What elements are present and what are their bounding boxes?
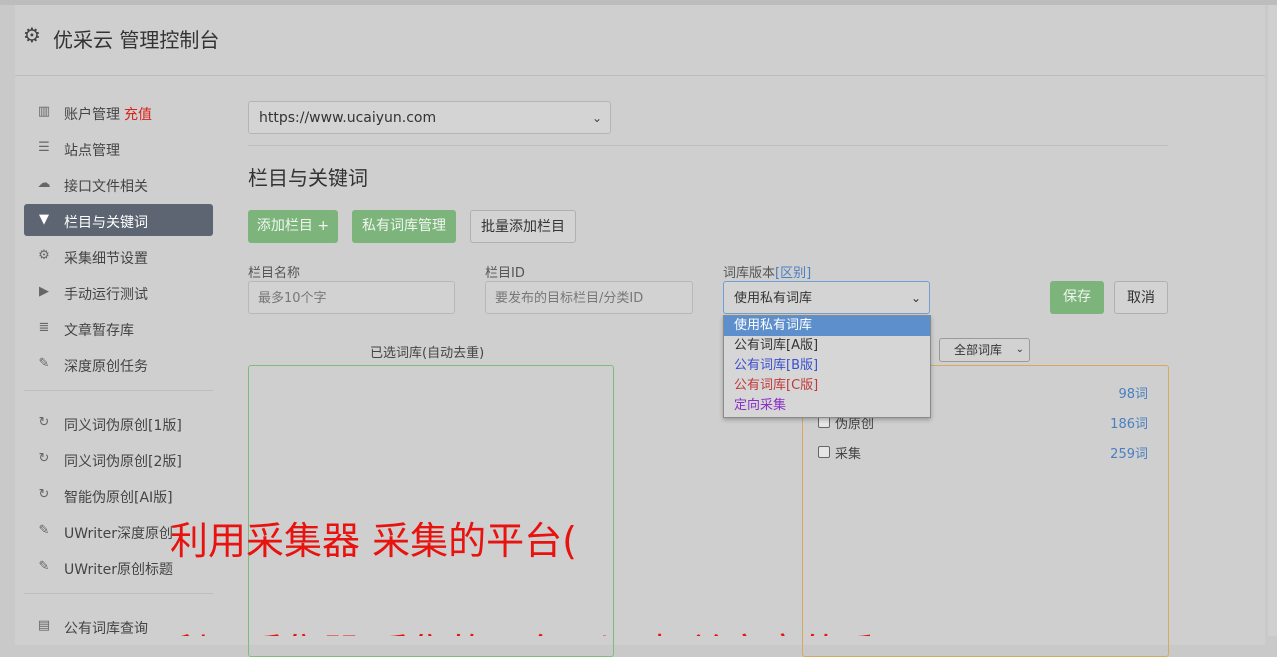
sidebar-item-sites[interactable]: ☰ 站点管理 bbox=[24, 132, 213, 164]
sidebar-item-synonym-v2[interactable]: ↻ 同义词伪原创[2版] bbox=[24, 443, 213, 475]
lib-version-label: 词库版本[区别] bbox=[723, 262, 811, 281]
book-icon: ▤ bbox=[37, 618, 51, 633]
private-lib-button[interactable]: 私有词库管理 bbox=[352, 210, 456, 243]
chevron-down-icon: ⌄ bbox=[1015, 344, 1024, 355]
sidebar-item-label: UWriter原创标题 bbox=[64, 562, 173, 578]
edit-icon: ✎ bbox=[38, 523, 50, 538]
server-icon: ☰ bbox=[38, 140, 50, 155]
lib-count: 259词 bbox=[1110, 447, 1148, 462]
selected-libs-title: 已选词库(自动去重) bbox=[370, 346, 485, 361]
site-select[interactable]: https://www.ucaiyun.com ⌄ bbox=[248, 101, 611, 134]
sidebar-item-label: 账户管理 bbox=[64, 107, 120, 123]
dropdown-option[interactable]: 定向采集 bbox=[724, 396, 930, 416]
lib-checkbox[interactable] bbox=[818, 446, 830, 458]
edit-icon: ✎ bbox=[38, 559, 50, 574]
edit-icon: ✎ bbox=[38, 356, 50, 371]
sidebar-item-label: 站点管理 bbox=[64, 143, 120, 159]
sidebar-item-label: 同义词伪原创[2版] bbox=[64, 454, 182, 470]
lib-version-select[interactable]: 使用私有词库 ⌄ bbox=[723, 281, 930, 314]
lib-filter-select[interactable]: 全部词库 ⌄ bbox=[939, 338, 1030, 362]
lib-row[interactable]: 采集 259词 bbox=[818, 443, 1148, 463]
section-title: 栏目与关键词 bbox=[248, 166, 368, 190]
sidebar-item-label: 栏目与关键词 bbox=[64, 215, 148, 231]
chevron-down-icon: ⌄ bbox=[910, 291, 921, 305]
sidebar-item-account[interactable]: ▥ 账户管理 充值 bbox=[24, 96, 213, 128]
filter-icon: ▼ bbox=[39, 212, 49, 227]
sidebar-item-label: 公有词库查询 bbox=[64, 621, 148, 637]
sidebar-item-ai-rewrite[interactable]: ↻ 智能伪原创[AI版] bbox=[24, 479, 213, 511]
sidebar-item-label: 手动运行测试 bbox=[64, 287, 148, 303]
sidebar-item-columns-keywords[interactable]: ▼ 栏目与关键词 bbox=[24, 204, 213, 236]
batch-add-button[interactable]: 批量添加栏目 bbox=[470, 210, 576, 243]
play-icon: ▶ bbox=[39, 284, 49, 299]
cloud-upload-icon: ☁ bbox=[37, 176, 51, 191]
column-name-input[interactable]: 最多10个字 bbox=[248, 281, 455, 314]
chevron-down-icon: ⌄ bbox=[591, 111, 602, 125]
sidebar-item-label: 深度原创任务 bbox=[64, 359, 148, 375]
column-id-label: 栏目ID bbox=[485, 266, 525, 281]
sidebar-item-deep-original[interactable]: ✎ 深度原创任务 bbox=[24, 348, 213, 380]
dropdown-option[interactable]: 公有词库[A版] bbox=[724, 336, 930, 356]
lib-version-label-text: 词库版本 bbox=[723, 266, 776, 281]
lib-filter-value: 全部词库 bbox=[954, 343, 1003, 357]
sidebar-item-label: 同义词伪原创[1版] bbox=[64, 418, 182, 434]
add-column-button[interactable]: 添加栏目 + bbox=[248, 210, 338, 243]
refresh-icon: ↻ bbox=[38, 451, 50, 466]
save-button[interactable]: 保存 bbox=[1050, 281, 1104, 314]
sidebar-item-label: 采集细节设置 bbox=[64, 251, 148, 267]
lib-version-dropdown: 使用私有词库 公有词库[A版] 公有词库[B版] 公有词库[C版] 定向采集 bbox=[723, 315, 931, 418]
overlay-caption: 利用采集器 采集的平台( bbox=[170, 519, 577, 563]
page-title: 优采云 管理控制台 bbox=[53, 28, 220, 52]
sidebar-divider bbox=[24, 593, 213, 594]
sidebar-divider bbox=[24, 390, 213, 391]
lib-count: 186词 bbox=[1110, 417, 1148, 432]
difference-link[interactable]: [区别] bbox=[775, 266, 811, 281]
lib-count: 98词 bbox=[1118, 387, 1148, 402]
dropdown-option[interactable]: 公有词库[C版] bbox=[724, 376, 930, 396]
cogs-icon: ⚙ bbox=[38, 248, 50, 263]
sidebar-item-collect-settings[interactable]: ⚙ 采集细节设置 bbox=[24, 240, 213, 272]
bar-chart-icon: ▥ bbox=[37, 104, 51, 119]
lib-name: 采集 bbox=[835, 447, 862, 462]
sidebar-item-label: UWriter深度原创 bbox=[64, 526, 173, 542]
dropdown-option[interactable]: 使用私有词库 bbox=[724, 316, 930, 336]
column-name-label: 栏目名称 bbox=[248, 266, 301, 281]
recharge-link[interactable]: 充值 bbox=[124, 107, 152, 123]
refresh-icon: ↻ bbox=[38, 487, 50, 502]
site-select-value: https://www.ucaiyun.com bbox=[259, 110, 437, 126]
database-icon: ≣ bbox=[38, 320, 50, 335]
overlay-caption-partial: 利用采集器 采集的平台 以及相关文章的采集 bbox=[170, 622, 870, 636]
dropdown-option[interactable]: 公有词库[B版] bbox=[724, 356, 930, 376]
sidebar-item-interface[interactable]: ☁ 接口文件相关 bbox=[24, 168, 213, 200]
section-divider bbox=[248, 145, 1168, 146]
page-header: ⚙ 优采云 管理控制台 bbox=[15, 5, 1265, 76]
cancel-button[interactable]: 取消 bbox=[1114, 281, 1168, 314]
refresh-icon: ↻ bbox=[38, 415, 50, 430]
sidebar-item-manual-run[interactable]: ▶ 手动运行测试 bbox=[24, 276, 213, 308]
sidebar-item-label: 接口文件相关 bbox=[64, 179, 148, 195]
column-id-input[interactable]: 要发布的目标栏目/分类ID bbox=[485, 281, 693, 314]
scrollbar[interactable] bbox=[1268, 5, 1277, 636]
sidebar-item-label: 智能伪原创[AI版] bbox=[64, 490, 173, 506]
lib-version-value: 使用私有词库 bbox=[734, 291, 813, 306]
sidebar-item-synonym-v1[interactable]: ↻ 同义词伪原创[1版] bbox=[24, 407, 213, 439]
gear-icon: ⚙ bbox=[23, 23, 41, 47]
sidebar-item-label: 文章暂存库 bbox=[64, 323, 134, 339]
sidebar-item-article-store[interactable]: ≣ 文章暂存库 bbox=[24, 312, 213, 344]
